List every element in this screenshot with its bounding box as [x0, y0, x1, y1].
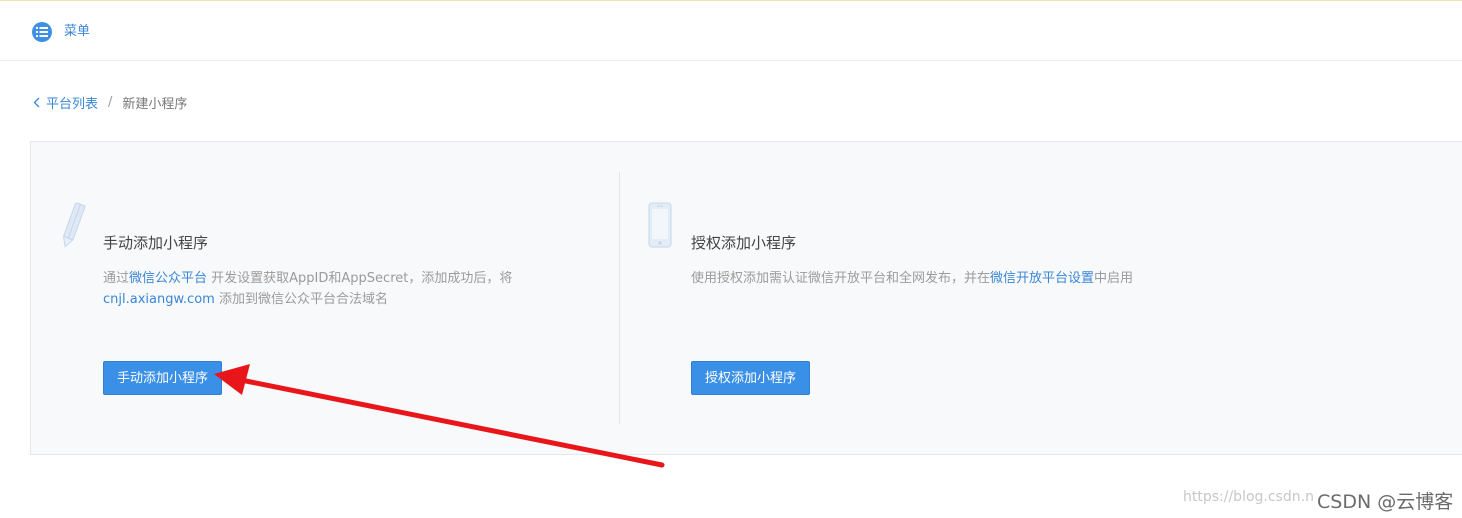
menu-label: 菜单	[64, 24, 91, 39]
wechat-mp-link[interactable]: 微信公众平台	[129, 271, 207, 286]
watermark-brand: CSDN @云博客	[1315, 487, 1456, 514]
authorize-add-button[interactable]: 授权添加小程序	[691, 361, 811, 395]
manual-card-title: 手动添加小程序	[103, 234, 209, 252]
authorize-card-description: 使用授权添加需认证微信开放平台和全网发布，并在微信开放平台设置中启用	[691, 268, 1391, 289]
breadcrumb: 平台列表 / 新建小程序	[33, 92, 187, 112]
authorize-card-title: 授权添加小程序	[691, 234, 797, 252]
manual-card-description: 通过微信公众平台 开发设置获取AppID和AppSecret，添加成功后，将 c…	[103, 268, 573, 310]
breadcrumb-separator: /	[108, 94, 113, 110]
manual-desc-suffix: 添加到微信公众平台合法域名	[214, 292, 388, 307]
list-icon	[32, 22, 52, 42]
watermark-url: https://blog.csdn.n	[1183, 489, 1314, 505]
domain-text: cnjl.axiangw.com	[103, 292, 215, 307]
card-divider	[619, 172, 620, 424]
breadcrumb-back-link[interactable]: 平台列表	[33, 93, 98, 112]
manual-desc-prefix: 通过	[103, 271, 130, 286]
pencil-icon	[59, 200, 87, 254]
menu-button[interactable]: 菜单	[32, 22, 90, 42]
phone-icon	[648, 202, 672, 252]
manual-add-button[interactable]: 手动添加小程序	[103, 361, 223, 395]
breadcrumb-current: 新建小程序	[122, 96, 188, 112]
top-bar: 菜单	[0, 1, 1462, 61]
authorize-desc-prefix: 使用授权添加需认证微信开放平台和全网发布，并在	[691, 271, 991, 286]
breadcrumb-back-label: 平台列表	[46, 96, 99, 112]
add-miniprogram-panel: 手动添加小程序 通过微信公众平台 开发设置获取AppID和AppSecret，添…	[30, 141, 1462, 455]
authorize-desc-suffix: 中启用	[1094, 271, 1134, 286]
manual-desc-middle: 开发设置获取AppID和AppSecret，添加成功后，将	[207, 271, 513, 286]
chevron-left-icon	[33, 97, 40, 107]
wechat-open-platform-settings-link[interactable]: 微信开放平台设置	[990, 271, 1094, 286]
